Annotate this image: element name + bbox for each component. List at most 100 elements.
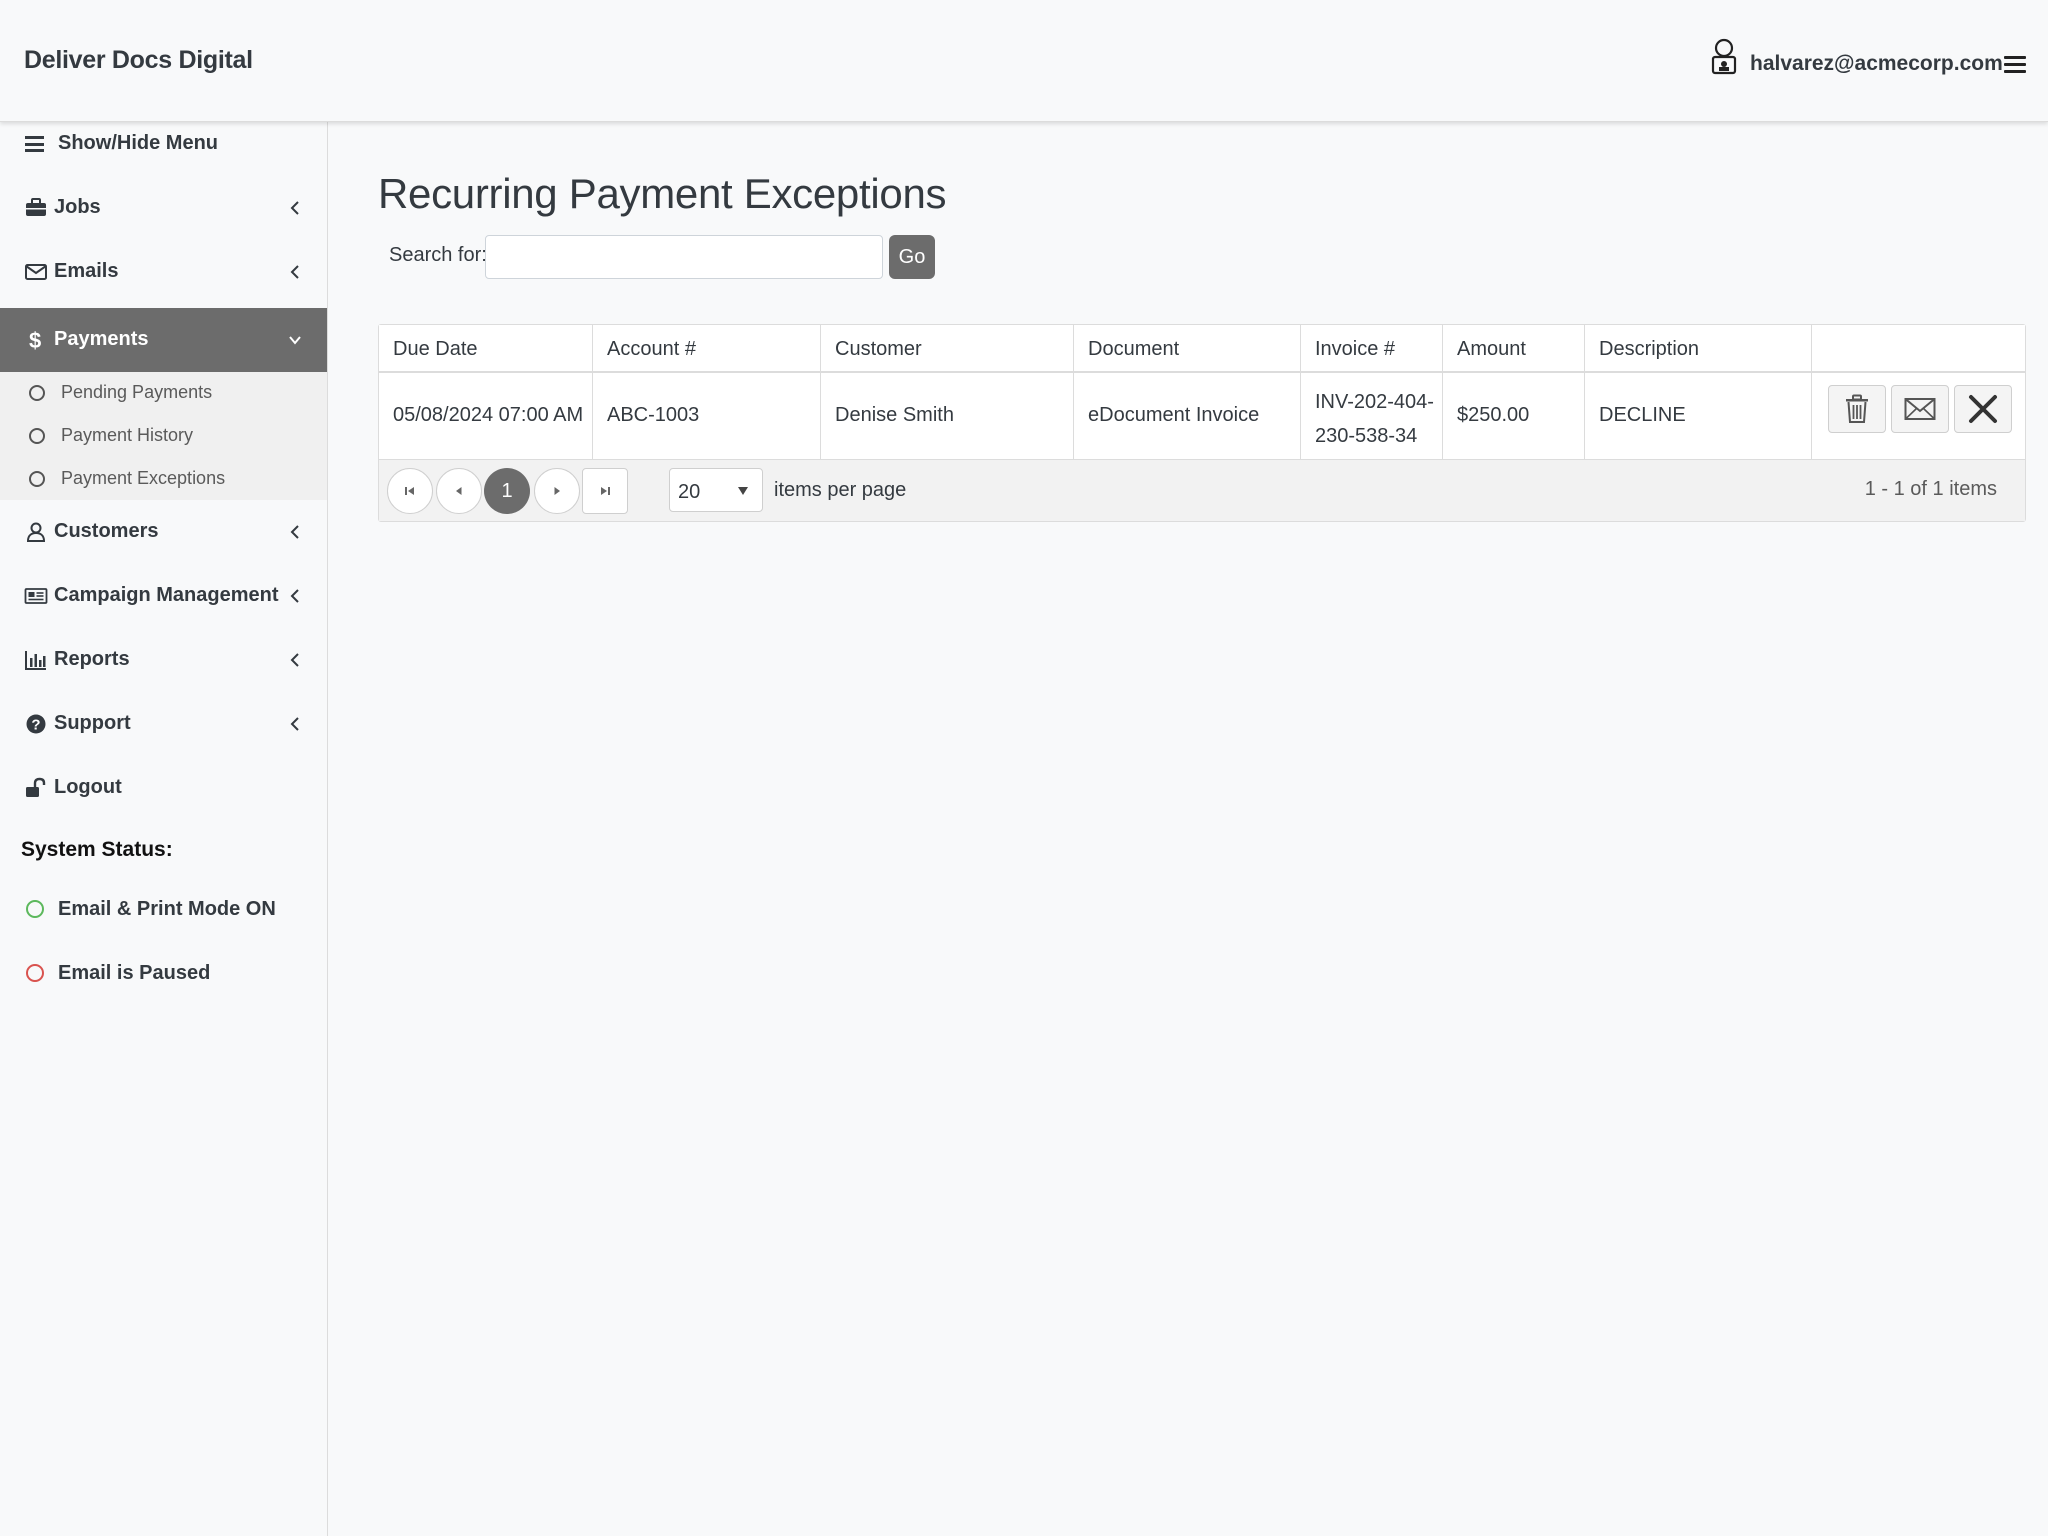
sidebar-item-label: Customers bbox=[54, 520, 159, 542]
chevron-left-icon bbox=[290, 589, 299, 603]
column-divider bbox=[1811, 325, 1812, 459]
submenu-item-payment-exceptions[interactable]: Payment Exceptions bbox=[0, 458, 327, 500]
hamburger-icon[interactable] bbox=[2004, 56, 2026, 74]
bars-icon bbox=[25, 136, 44, 152]
dollar-icon: $ bbox=[29, 328, 41, 352]
sidebar-item-campaign-management[interactable]: Campaign Management bbox=[0, 564, 327, 628]
chevron-left-icon bbox=[290, 265, 299, 279]
sidebar-item-label: Jobs bbox=[54, 196, 101, 218]
column-divider bbox=[1300, 325, 1301, 459]
cell-invoice: INV-202-404- 230-538-34 bbox=[1315, 385, 1434, 453]
delete-button[interactable] bbox=[1828, 385, 1886, 433]
column-divider bbox=[1073, 325, 1074, 459]
column-header-document[interactable]: Document bbox=[1088, 338, 1179, 361]
go-button[interactable]: Go bbox=[889, 235, 935, 279]
table-row: 05/08/2024 07:00 AM ABC-1003 Denise Smit… bbox=[379, 373, 2025, 459]
next-page-icon bbox=[554, 487, 560, 495]
bar-chart-icon bbox=[25, 651, 46, 670]
status-label: Email & Print Mode ON bbox=[58, 898, 276, 920]
circle-icon bbox=[29, 471, 45, 487]
envelope-icon bbox=[25, 264, 47, 280]
chevron-left-icon bbox=[290, 201, 299, 215]
column-header-due-date[interactable]: Due Date bbox=[393, 338, 478, 361]
page-size-label: items per page bbox=[774, 479, 907, 501]
sidebar-item-payments[interactable]: $ Payments bbox=[0, 308, 327, 372]
sidebar-item-label: Support bbox=[54, 712, 131, 734]
column-header-account[interactable]: Account # bbox=[607, 338, 696, 361]
payments-submenu: Pending Payments Payment History Payment… bbox=[0, 372, 327, 500]
column-header-invoice[interactable]: Invoice # bbox=[1315, 338, 1395, 361]
sidebar-item-label: Emails bbox=[54, 260, 119, 282]
submenu-item-pending-payments[interactable]: Pending Payments bbox=[0, 372, 327, 414]
show-hide-menu-label: Show/Hide Menu bbox=[58, 132, 218, 154]
first-page-button[interactable] bbox=[387, 468, 433, 514]
previous-page-button[interactable] bbox=[436, 468, 482, 514]
column-header-customer[interactable]: Customer bbox=[835, 338, 922, 361]
column-header-description[interactable]: Description bbox=[1599, 338, 1699, 361]
sidebar-item-jobs[interactable]: Jobs bbox=[0, 176, 327, 240]
question-circle-icon: ? bbox=[26, 714, 46, 734]
sidebar-item-logout[interactable]: Logout bbox=[0, 756, 327, 820]
sidebar-item-reports[interactable]: Reports bbox=[0, 628, 327, 692]
sidebar-item-label: Payments bbox=[54, 328, 149, 350]
next-page-button[interactable] bbox=[534, 468, 580, 514]
submenu-item-label: Payment Exceptions bbox=[61, 468, 226, 488]
status-email-print-mode: Email & Print Mode ON bbox=[0, 890, 327, 930]
page-number-current[interactable]: 1 bbox=[484, 468, 530, 514]
sidebar-item-label: Campaign Management bbox=[54, 584, 279, 606]
system-status-title: System Status: bbox=[21, 838, 173, 861]
circle-icon bbox=[29, 385, 45, 401]
cell-invoice-line-2: 230-538-34 bbox=[1315, 425, 1418, 447]
page-size-value: 20 bbox=[678, 481, 701, 503]
sidebar-item-label: Logout bbox=[54, 776, 122, 798]
chevron-left-icon bbox=[290, 717, 299, 731]
svg-text:?: ? bbox=[31, 717, 40, 734]
sidebar-item-emails[interactable]: Emails bbox=[0, 240, 327, 304]
caret-down-icon bbox=[738, 487, 748, 495]
column-divider bbox=[592, 325, 593, 459]
column-divider bbox=[1584, 325, 1585, 459]
status-paused-icon bbox=[26, 964, 44, 982]
status-on-icon bbox=[26, 900, 44, 918]
chevron-down-icon bbox=[289, 336, 301, 345]
chevron-left-icon bbox=[290, 653, 299, 667]
cell-amount: $250.00 bbox=[1457, 404, 1530, 426]
brand-title[interactable]: Deliver Docs Digital bbox=[24, 46, 253, 75]
cell-invoice-line-1: INV-202-404- bbox=[1315, 391, 1434, 413]
cell-document: eDocument Invoice bbox=[1088, 404, 1260, 426]
cell-description: DECLINE bbox=[1599, 404, 1686, 426]
pager-info: 1 - 1 of 1 items bbox=[1864, 478, 1997, 500]
search-input[interactable] bbox=[485, 235, 883, 279]
user-icon bbox=[26, 522, 46, 542]
newspaper-icon bbox=[24, 588, 48, 604]
briefcase-icon bbox=[26, 198, 46, 216]
sidebar-item-support[interactable]: ? Support bbox=[0, 692, 327, 756]
status-email-paused: Email is Paused bbox=[0, 954, 327, 994]
column-divider bbox=[1442, 325, 1443, 459]
top-navbar: Deliver Docs Digital halvarez@acmecorp.c… bbox=[0, 0, 2048, 122]
trash-icon bbox=[1846, 394, 1868, 423]
cell-due-date: 05/08/2024 07:00 AM bbox=[393, 404, 584, 426]
page-title: Recurring Payment Exceptions bbox=[378, 170, 947, 217]
dismiss-button[interactable] bbox=[1954, 385, 2012, 433]
last-page-button[interactable] bbox=[582, 468, 628, 514]
submenu-item-payment-history[interactable]: Payment History bbox=[0, 415, 327, 457]
search-label: Search for: bbox=[389, 244, 487, 266]
close-icon bbox=[1969, 395, 1997, 423]
email-button[interactable] bbox=[1891, 385, 1949, 433]
sidebar-item-customers[interactable]: Customers bbox=[0, 500, 327, 564]
exceptions-table: Due Date Account # Customer Document Inv… bbox=[378, 324, 2026, 522]
envelope-icon bbox=[1904, 398, 1936, 420]
user-badge-icon bbox=[1711, 38, 1737, 75]
show-hide-menu-button[interactable]: Show/Hide Menu bbox=[0, 122, 327, 168]
user-email[interactable]: halvarez@acmecorp.com bbox=[1750, 52, 2003, 76]
column-header-amount[interactable]: Amount bbox=[1457, 338, 1526, 361]
last-page-icon bbox=[601, 487, 610, 495]
first-page-icon bbox=[405, 487, 414, 495]
unlock-icon bbox=[26, 777, 46, 797]
circle-icon bbox=[29, 428, 45, 444]
page-size-select[interactable]: 20 bbox=[669, 468, 763, 512]
table-header: Due Date Account # Customer Document Inv… bbox=[379, 325, 2025, 373]
previous-page-icon bbox=[456, 487, 462, 495]
submenu-item-label: Pending Payments bbox=[61, 382, 213, 402]
